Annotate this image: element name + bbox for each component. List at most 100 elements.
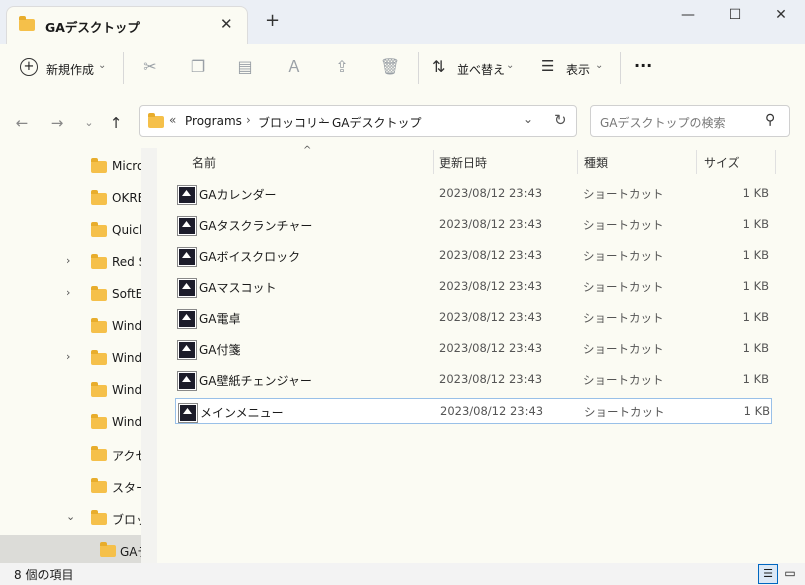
column-divider[interactable] xyxy=(577,150,578,174)
file-date: 2023/08/12 23:43 xyxy=(439,186,543,200)
column-header-type[interactable]: 種類 xyxy=(584,154,608,171)
maximize-button[interactable]: ☐ xyxy=(712,4,758,26)
breadcrumb-programs[interactable]: Programs xyxy=(185,114,242,128)
file-row[interactable]: GAカレンダー 2023/08/12 23:43 ショートカット 1 KB xyxy=(175,181,772,207)
new-tab-button[interactable]: + xyxy=(265,10,280,31)
column-header-size[interactable]: サイズ xyxy=(704,154,740,171)
more-options-button[interactable]: ··· xyxy=(634,56,652,75)
search-box[interactable]: GAデスクトップの検索 ⚲ xyxy=(590,105,790,137)
shortcut-icon xyxy=(177,371,197,391)
breadcrumb-gadesktop[interactable]: GAデスクトップ xyxy=(332,114,422,131)
file-name: GAタスクランチャー xyxy=(199,219,313,233)
sidebar-item-label: OKRE xyxy=(112,191,142,205)
folder-icon xyxy=(91,286,107,301)
file-name: GA電卓 xyxy=(199,312,241,326)
toolbar-divider xyxy=(123,52,124,84)
sidebar-item[interactable]: Micro xyxy=(0,151,145,181)
paste-icon[interactable]: ▤ xyxy=(234,56,256,78)
sidebar-item[interactable]: Wind xyxy=(0,311,145,341)
chevron-down-icon: ⌄ xyxy=(506,60,515,71)
forward-icon[interactable]: → xyxy=(47,114,67,132)
command-bar: + 新規作成 ⌄ ✂ ❐ ▤ Ａ ⇪ 🗑 ⇅ 並べ替え ⌄ ☰ 表示 ⌄ ··· xyxy=(0,44,805,95)
file-row[interactable]: GAマスコット 2023/08/12 23:43 ショートカット 1 KB xyxy=(175,274,772,300)
folder-icon xyxy=(91,318,107,333)
shortcut-icon xyxy=(177,309,197,329)
sidebar-item[interactable]: Quick xyxy=(0,215,145,245)
sidebar-item[interactable]: › Wind xyxy=(0,343,145,373)
sort-button[interactable]: 並べ替え xyxy=(457,61,505,78)
folder-icon xyxy=(91,478,107,493)
column-header-date[interactable]: 更新日時 xyxy=(439,154,487,171)
shortcut-icon xyxy=(177,278,197,298)
new-button[interactable]: 新規作成 xyxy=(46,61,94,78)
sidebar-item[interactable]: › SoftE xyxy=(0,279,145,309)
file-name: GAカレンダー xyxy=(199,188,277,202)
expand-chevron-icon[interactable]: › xyxy=(66,254,70,267)
overflow-chevron-icon[interactable]: « xyxy=(169,113,176,127)
toolbar-divider xyxy=(620,52,621,84)
close-window-button[interactable]: ✕ xyxy=(758,4,804,26)
file-name: GAボイスクロック xyxy=(199,250,301,264)
expand-chevron-icon[interactable]: ⌄ xyxy=(66,510,75,523)
address-history-chevron-icon[interactable]: ⌄ xyxy=(523,112,533,126)
file-name: GA壁紙チェンジャー xyxy=(199,374,312,388)
file-row[interactable]: GA電卓 2023/08/12 23:43 ショートカット 1 KB xyxy=(175,305,772,331)
sidebar-item[interactable]: GAデ xyxy=(0,535,145,565)
share-icon[interactable]: ⇪ xyxy=(331,56,353,78)
refresh-icon[interactable]: ↻ xyxy=(554,111,567,129)
file-row[interactable]: GA壁紙チェンジャー 2023/08/12 23:43 ショートカット 1 KB xyxy=(175,367,772,393)
recent-chevron-icon[interactable]: ⌄ xyxy=(79,114,99,132)
sidebar-scrollbar-track[interactable] xyxy=(141,148,157,563)
view-button[interactable]: 表示 xyxy=(566,61,590,78)
folder-icon xyxy=(91,222,107,237)
folder-icon xyxy=(91,382,107,397)
tab-title: GAデスクトップ xyxy=(45,20,140,35)
sidebar-item[interactable]: Wind xyxy=(0,407,145,437)
file-row[interactable]: メインメニュー 2023/08/12 23:43 ショートカット 1 KB xyxy=(175,398,772,424)
folder-icon xyxy=(91,446,107,461)
breadcrumb-separator: › xyxy=(320,113,325,127)
cut-icon[interactable]: ✂ xyxy=(139,56,161,78)
address-bar[interactable]: « Programs › ブロッコリー › GAデスクトップ ⌄ ↻ xyxy=(139,105,577,137)
column-divider[interactable] xyxy=(696,150,697,174)
sidebar-item[interactable]: › Red S xyxy=(0,247,145,277)
file-size: 1 KB xyxy=(742,372,769,386)
sidebar-item[interactable]: ⌄ ブロッ xyxy=(0,503,145,533)
chevron-down-icon: ⌄ xyxy=(595,60,604,71)
column-divider[interactable] xyxy=(775,150,776,174)
file-size: 1 KB xyxy=(742,248,769,262)
column-header-name[interactable]: 名前 xyxy=(192,154,216,171)
details-view-icon[interactable]: ☰ xyxy=(758,564,778,584)
file-name: GAマスコット xyxy=(199,281,277,295)
folder-icon xyxy=(91,190,107,205)
file-row[interactable]: GAボイスクロック 2023/08/12 23:43 ショートカット 1 KB xyxy=(175,243,772,269)
file-row[interactable]: GAタスクランチャー 2023/08/12 23:43 ショートカット 1 KB xyxy=(175,212,772,238)
sidebar-item[interactable]: OKRE xyxy=(0,183,145,213)
tab-close-button[interactable]: ✕ xyxy=(220,15,233,33)
folder-icon xyxy=(19,16,35,31)
large-icons-view-icon[interactable]: ▭ xyxy=(781,564,799,582)
copy-icon[interactable]: ❐ xyxy=(187,56,209,78)
tab-gadesktop[interactable]: GAデスクトップ ✕ xyxy=(6,6,248,45)
file-date: 2023/08/12 23:43 xyxy=(439,310,543,324)
sidebar-item[interactable]: アクセ xyxy=(0,439,145,469)
expand-chevron-icon[interactable]: › xyxy=(66,286,70,299)
rename-icon[interactable]: Ａ xyxy=(283,56,305,78)
expand-chevron-icon[interactable]: › xyxy=(66,350,70,363)
file-date: 2023/08/12 23:43 xyxy=(440,404,544,418)
up-icon[interactable]: ↑ xyxy=(106,114,126,132)
file-list: ^ 名前 更新日時 種類 サイズ GAカレンダー 2023/08/12 23:43… xyxy=(158,145,805,563)
search-icon[interactable]: ⚲ xyxy=(765,112,775,128)
item-count: 8 個の項目 xyxy=(14,568,74,582)
file-size: 1 KB xyxy=(742,341,769,355)
minimize-button[interactable]: — xyxy=(665,4,711,26)
column-divider[interactable] xyxy=(433,150,434,174)
sidebar-item[interactable]: スター xyxy=(0,471,145,501)
back-icon[interactable]: ← xyxy=(12,114,32,132)
navigation-pane: Micro OKRE Quick › Red S › SoftE Wind › Wind Wind W… xyxy=(0,148,158,565)
sidebar-item[interactable]: Wind xyxy=(0,375,145,405)
delete-icon[interactable]: 🗑 xyxy=(379,56,401,78)
file-type: ショートカット xyxy=(583,280,664,294)
sidebar-item-label: Wind xyxy=(112,351,142,365)
file-row[interactable]: GA付箋 2023/08/12 23:43 ショートカット 1 KB xyxy=(175,336,772,362)
